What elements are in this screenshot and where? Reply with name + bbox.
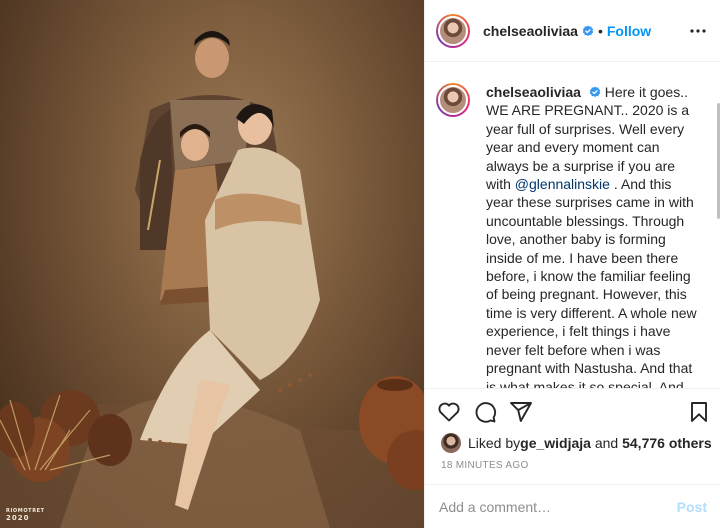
post-timestamp[interactable]: 18 MINUTES AGO — [441, 460, 529, 471]
header-username[interactable]: chelseaoliviaa — [483, 23, 578, 39]
caption-avatar[interactable] — [436, 83, 470, 117]
family-portrait-image — [0, 31, 424, 528]
caption-text: chelseaoliviaa Here it goes.. WE ARE PRE… — [486, 83, 700, 389]
caption-body-end: . And this year these surprises came in … — [486, 176, 697, 389]
caption-row: chelseaoliviaa Here it goes.. WE ARE PRE… — [436, 83, 716, 389]
verified-badge-icon — [589, 86, 601, 98]
post-comment-button[interactable]: Post — [677, 499, 707, 515]
photographer-watermark: RIOMOTRET 2020 — [6, 509, 45, 522]
comment-input[interactable] — [439, 498, 677, 515]
avatar[interactable] — [436, 13, 470, 48]
likes-middle: and — [590, 435, 623, 451]
caption-username[interactable]: chelseaoliviaa — [486, 84, 581, 100]
comment-bar: Post — [425, 484, 720, 528]
follow-button[interactable]: Follow — [607, 23, 651, 39]
more-options-icon[interactable] — [689, 22, 707, 40]
likes-others-count[interactable]: 54,776 others — [622, 435, 712, 451]
post-side-panel: chelseaoliviaa • Follow chelseaoliviaa H… — [424, 0, 720, 528]
liker-username[interactable]: ge_widjaja — [520, 435, 591, 451]
likes-prefix: Liked by — [468, 435, 521, 451]
instagram-post: RIOMOTRET 2020 chelseaoliviaa • Follow c… — [0, 0, 720, 528]
liker-avatar[interactable] — [441, 433, 461, 453]
post-photo[interactable]: RIOMOTRET 2020 — [0, 0, 424, 528]
caption-section[interactable]: chelseaoliviaa Here it goes.. WE ARE PRE… — [425, 63, 720, 389]
caption-scrollbar[interactable] — [715, 63, 720, 388]
caption-mention-link[interactable]: @glennalinskie — [515, 176, 610, 192]
header-separator: • — [597, 22, 603, 39]
bookmark-icon[interactable] — [687, 400, 711, 424]
heart-icon[interactable] — [437, 400, 461, 424]
post-header: chelseaoliviaa • Follow — [425, 0, 720, 62]
watermark-year: 2020 — [6, 514, 30, 522]
verified-badge-icon — [582, 25, 594, 36]
share-icon[interactable] — [509, 400, 533, 424]
comment-icon[interactable] — [473, 400, 497, 424]
likes-summary: Liked by ge_widjaja and 54,776 others — [441, 433, 712, 453]
action-bar — [425, 396, 720, 432]
